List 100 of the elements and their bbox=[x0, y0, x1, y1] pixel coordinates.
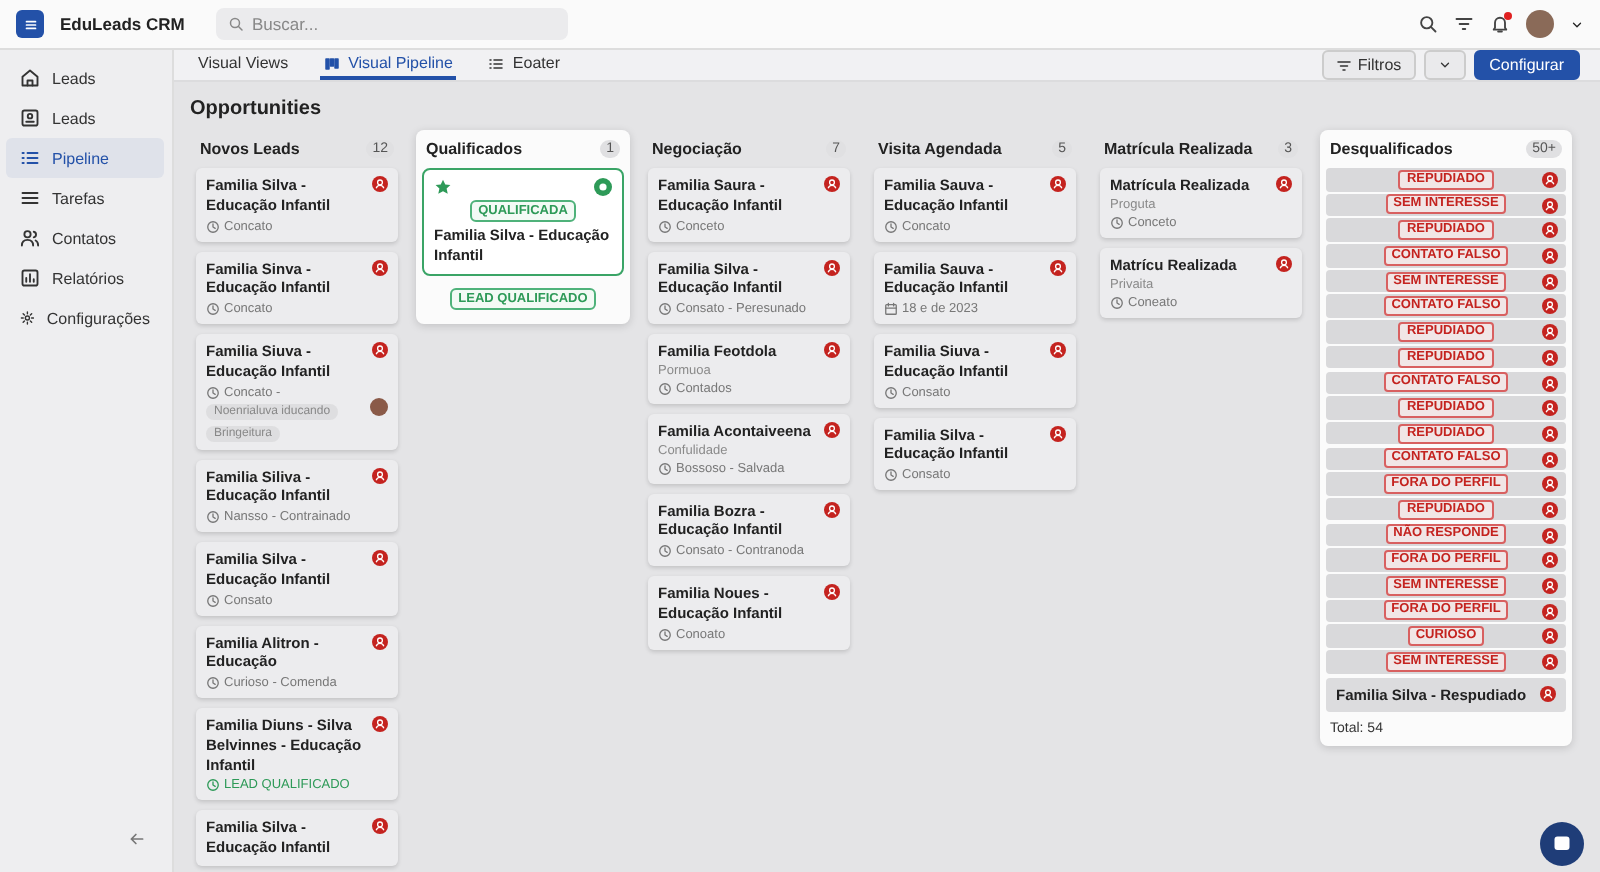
clock-icon bbox=[206, 302, 220, 316]
person-icon bbox=[1542, 400, 1558, 417]
person-icon bbox=[824, 501, 840, 517]
sidebar-item[interactable]: Tarefas bbox=[6, 178, 164, 218]
list-icon bbox=[20, 148, 40, 168]
clock-icon bbox=[206, 510, 220, 524]
filter-icon bbox=[1335, 57, 1352, 73]
filter-icon bbox=[1454, 14, 1474, 34]
column-title: Qualificados bbox=[426, 139, 523, 157]
person-icon bbox=[1542, 222, 1558, 239]
sidebar-item[interactable]: Configurações bbox=[6, 298, 164, 338]
home-icon bbox=[20, 68, 40, 88]
person-icon bbox=[1542, 501, 1558, 518]
columns-icon bbox=[324, 55, 341, 71]
tab[interactable]: Visual Views bbox=[194, 50, 293, 80]
person-icon bbox=[1542, 552, 1558, 569]
person-icon bbox=[1542, 349, 1558, 366]
person-icon bbox=[1050, 259, 1066, 275]
person-icon bbox=[1542, 273, 1558, 290]
person-icon bbox=[372, 633, 388, 649]
person-icon bbox=[824, 421, 840, 438]
person-icon bbox=[1542, 425, 1558, 442]
person-icon bbox=[1050, 342, 1066, 358]
person-icon bbox=[1542, 527, 1558, 544]
person-icon bbox=[1542, 628, 1558, 645]
sidebar-item[interactable]: Contatos bbox=[6, 218, 164, 258]
person-icon bbox=[1540, 685, 1556, 702]
person-icon bbox=[1542, 172, 1558, 188]
calendar-icon bbox=[884, 302, 898, 316]
caret-icon bbox=[1437, 58, 1452, 72]
clock-icon bbox=[658, 461, 672, 475]
person-icon bbox=[1542, 476, 1558, 493]
person-icon bbox=[1542, 603, 1558, 620]
column-title: Novos Leads bbox=[200, 139, 300, 157]
clock-icon bbox=[658, 544, 672, 558]
star-icon bbox=[434, 178, 452, 196]
person-icon bbox=[1542, 451, 1558, 468]
arrow-left-icon bbox=[128, 830, 146, 848]
clock-icon bbox=[884, 468, 898, 482]
board-title: Opportunities bbox=[190, 98, 324, 120]
clock-icon bbox=[206, 385, 220, 399]
clock-icon bbox=[206, 219, 220, 233]
person-icon bbox=[372, 716, 388, 732]
bell-icon bbox=[1490, 14, 1510, 34]
search-icon bbox=[1418, 14, 1438, 34]
caret-icon bbox=[1570, 17, 1584, 31]
person-icon bbox=[824, 259, 840, 275]
person-icon bbox=[1276, 255, 1292, 272]
person-icon bbox=[1050, 176, 1066, 192]
menu-icon[interactable] bbox=[16, 10, 44, 38]
list-icon bbox=[21, 15, 39, 33]
clock-icon bbox=[658, 219, 672, 233]
clock-icon bbox=[884, 219, 898, 233]
clock-icon bbox=[658, 302, 672, 316]
person-icon bbox=[1542, 375, 1558, 391]
column-title: Visita Agendada bbox=[878, 139, 1002, 157]
column-title: Desqualificados bbox=[1330, 139, 1453, 157]
avatar[interactable] bbox=[1526, 10, 1554, 38]
list-icon bbox=[20, 188, 40, 208]
sidebar-item[interactable]: Pipeline bbox=[6, 138, 164, 178]
clock-icon bbox=[884, 385, 898, 399]
person-icon bbox=[1050, 425, 1066, 441]
app-title: EduLeads CRM bbox=[60, 14, 187, 34]
person-icon bbox=[1542, 654, 1558, 671]
sidebar-item[interactable]: Leads bbox=[6, 98, 164, 138]
configure-button[interactable]: Configurar bbox=[1473, 50, 1580, 80]
column-title: Negociação bbox=[652, 139, 742, 157]
person-icon bbox=[824, 176, 840, 192]
person-icon bbox=[1276, 176, 1292, 192]
person-icon bbox=[1542, 197, 1558, 214]
list-icon bbox=[488, 55, 505, 71]
person-icon bbox=[372, 818, 388, 835]
person-icon bbox=[1542, 298, 1558, 315]
person-icon bbox=[372, 467, 388, 483]
person-icon bbox=[372, 342, 388, 358]
clock-icon bbox=[658, 381, 672, 396]
search-icon bbox=[228, 16, 244, 32]
tab[interactable]: Visual Pipeline bbox=[320, 50, 457, 80]
clock-icon bbox=[658, 627, 672, 641]
gear-icon bbox=[20, 308, 35, 328]
person-icon bbox=[372, 176, 388, 192]
person-icon bbox=[824, 584, 840, 600]
sidebar-item[interactable]: Leads bbox=[6, 58, 164, 98]
people-icon bbox=[20, 228, 40, 248]
chat-button[interactable] bbox=[1540, 821, 1584, 866]
person-icon bbox=[1542, 324, 1558, 341]
person-icon bbox=[1542, 578, 1558, 594]
filter-button[interactable]: Filtros bbox=[1321, 50, 1416, 80]
chat-icon bbox=[1550, 831, 1574, 856]
person-icon bbox=[372, 259, 388, 275]
person-icon bbox=[372, 550, 388, 566]
person-icon bbox=[824, 342, 840, 358]
badge-icon bbox=[594, 178, 612, 196]
clock-icon bbox=[1110, 215, 1124, 230]
tab[interactable]: Eoater bbox=[484, 50, 564, 80]
clock-icon bbox=[1110, 295, 1124, 309]
person-icon bbox=[1542, 248, 1558, 265]
report-icon bbox=[20, 268, 40, 288]
clock-icon bbox=[206, 676, 220, 690]
sidebar-item[interactable]: Relatórios bbox=[6, 258, 164, 298]
